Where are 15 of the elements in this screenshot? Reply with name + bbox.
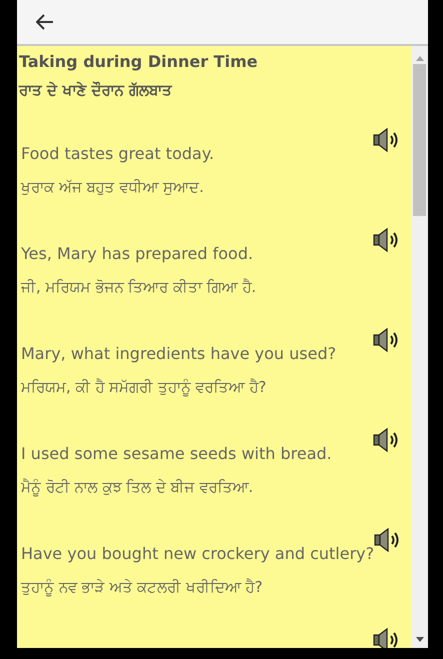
english-phrase: Food tastes great today. xyxy=(21,143,216,165)
lesson-title-translation: ਰਾਤ ਦੇ ਖਾਣੇ ਦੌਰਾਨ ਗੱਲਬਾਤ xyxy=(18,80,174,101)
punjabi-translation: ਤੁਹਾਨੂੰ ਨਵ ਭਾੜੇ ਅਤੇ ਕਟਲਰੀ ਖਰੀਦਿਆ ਹੈ? xyxy=(21,577,264,598)
punjabi-translation: ਮੈਨੂੰ ਰੋਟੀ ਨਾਲ ਕੁਝ ਤਿਲ ਦੇ ਬੀਜ ਵਰਤਿਆ. xyxy=(21,477,254,498)
lesson-title: Taking during Dinner Time xyxy=(18,51,259,73)
scroll-down-icon[interactable] xyxy=(416,637,424,642)
punjabi-translation: ਖੁਰਾਕ ਅੱਜ ਬਹੁਤ ਵਧੀਆ ਸੁਆਦ. xyxy=(21,177,205,198)
english-phrase: Have you bought new crockery and cutlery? xyxy=(21,543,374,565)
punjabi-translation: ਜੀ, ਮਰਿਯਮ ਭੋਜਨ ਤਿਆਰ ਕੀਤਾ ਗਿਆ ਹੈ. xyxy=(21,277,258,298)
back-arrow-icon[interactable] xyxy=(36,14,54,30)
scrollbar-thumb[interactable] xyxy=(413,64,426,216)
english-phrase: Mary, what ingredients have you used? xyxy=(21,343,338,365)
punjabi-translation: ਮਰਿਯਮ, ਕੀ ਹੈ ਸਮੱਗਰੀ ਤੁਹਾਨੂੰ ਵਰਤਿਆ ਹੈ? xyxy=(21,377,268,398)
english-phrase: Yes, Mary has prepared food. xyxy=(21,243,254,265)
english-phrase: I used some sesame seeds with bread. xyxy=(21,443,333,465)
